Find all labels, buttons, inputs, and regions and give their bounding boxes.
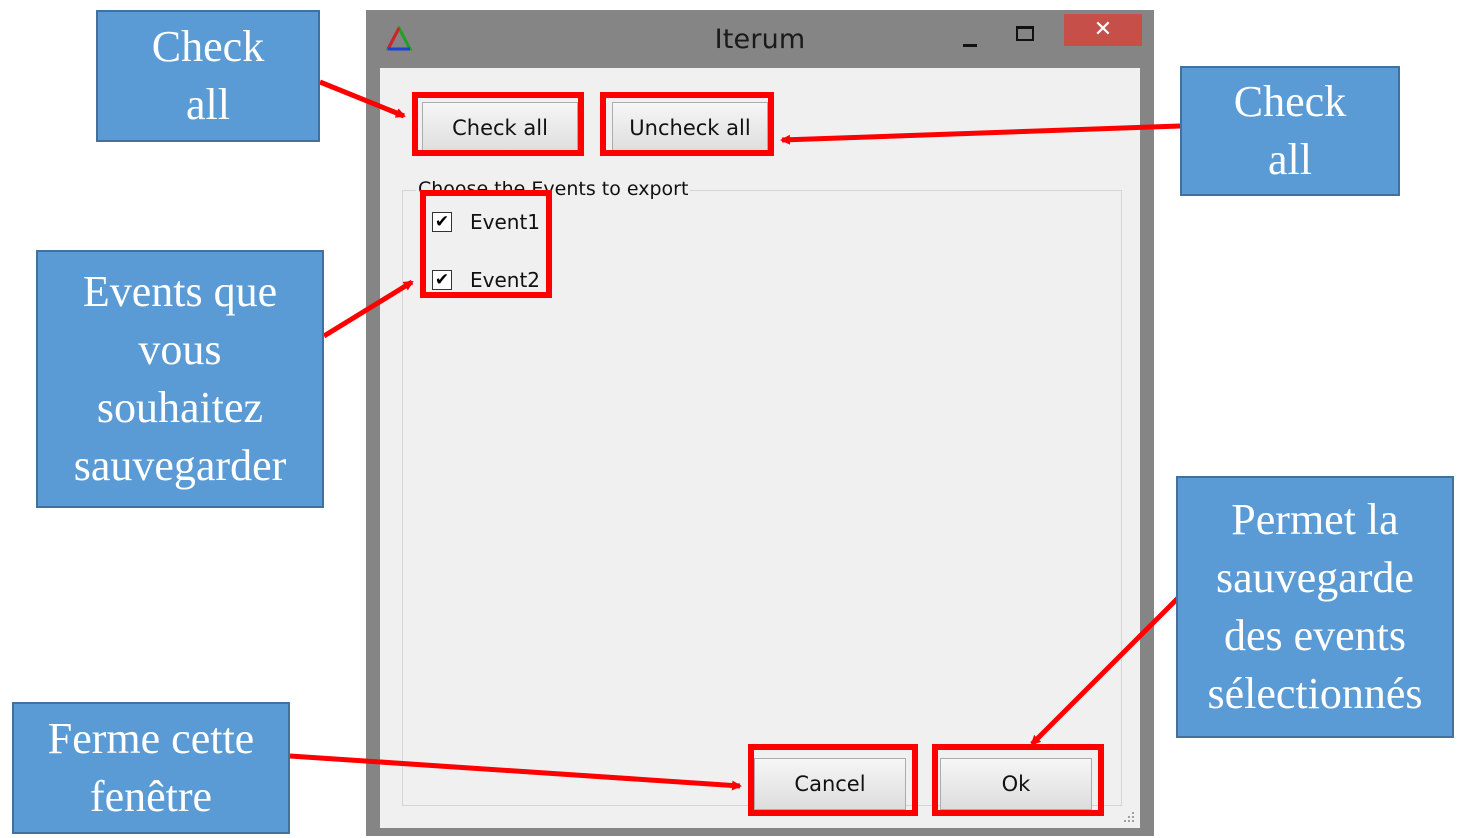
arrow-to-check-all bbox=[319, 79, 406, 119]
check-all-callout: Check all bbox=[96, 10, 320, 142]
uncheck-all-callout: Check all bbox=[1180, 66, 1400, 196]
callout-line: des events bbox=[1223, 611, 1407, 660]
callout-line: Events que bbox=[82, 267, 278, 316]
callout-line: vous bbox=[138, 325, 222, 374]
callout-line: Check bbox=[151, 22, 265, 71]
ok-callout: Permet la sauvegarde des events sélectio… bbox=[1176, 476, 1454, 738]
callout-line: Permet la bbox=[1231, 495, 1399, 544]
callout-line: sauvegarder bbox=[73, 441, 287, 490]
arrow-to-uncheck-all bbox=[780, 123, 1181, 145]
callout-line: souhaitez bbox=[96, 383, 264, 432]
events-callout: Events que vous souhaitez sauvegarder bbox=[36, 250, 324, 508]
callout-line: Check bbox=[1233, 77, 1347, 126]
callout-line: sauvegarde bbox=[1216, 553, 1414, 602]
callout-line: all bbox=[186, 80, 230, 129]
arrow-to-events bbox=[322, 279, 414, 339]
arrow-to-ok bbox=[1030, 592, 1184, 746]
callout-line: fenêtre bbox=[89, 772, 213, 821]
callout-line: sélectionnés bbox=[1207, 669, 1423, 718]
callout-line: all bbox=[1268, 135, 1312, 184]
arrow-to-cancel bbox=[289, 753, 742, 791]
callout-line: Ferme cette bbox=[47, 714, 255, 763]
cancel-callout: Ferme cette fenêtre bbox=[12, 702, 290, 834]
